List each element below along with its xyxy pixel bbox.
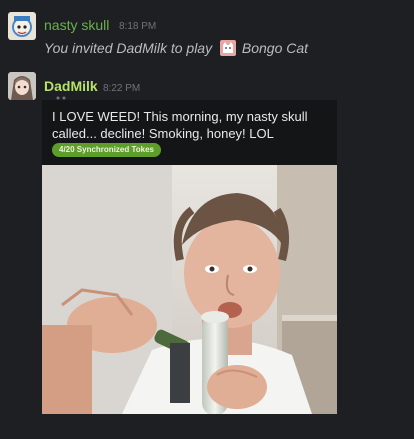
timestamp: 8:18 PM <box>119 21 157 32</box>
activity-card: I LOVE WEED! This morning, my nasty skul… <box>42 100 337 165</box>
timestamp: 8:22 PM <box>103 83 141 94</box>
avatar-nasty-skull[interactable] <box>8 12 36 40</box>
game-name[interactable]: Bongo Cat <box>242 40 308 56</box>
author-name[interactable]: nasty skull <box>44 17 109 33</box>
avatar-dadmilk[interactable] <box>8 72 36 100</box>
card-tag-badge[interactable]: 4/20 Synchronized Tokes <box>52 143 161 157</box>
bongo-cat-game-icon <box>219 40 236 56</box>
card-text: I LOVE WEED! This morning, my nasty skul… <box>52 109 308 141</box>
invite-line: You invited DadMilk to play Bongo Cat <box>44 40 308 56</box>
author-name[interactable]: DadMilk <box>44 78 98 94</box>
anime-character-avatar-icon <box>8 72 36 100</box>
attached-photo[interactable] <box>42 165 337 414</box>
cartoon-character-avatar-icon <box>8 12 36 40</box>
invite-text: You invited DadMilk to play <box>44 40 213 56</box>
photo-of-man-with-bong-icon <box>42 165 337 414</box>
